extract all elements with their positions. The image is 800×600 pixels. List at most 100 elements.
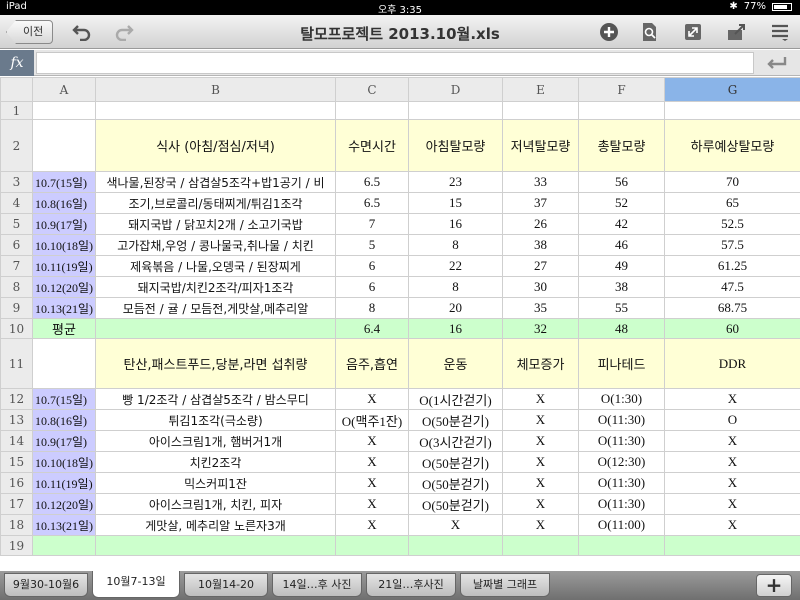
cell-a[interactable]: 10.13(21일): [32, 514, 96, 536]
cell-e[interactable]: 27: [502, 255, 579, 277]
cell-b[interactable]: 탄산,패스트푸드,당분,라면 섭취량: [95, 338, 336, 389]
cell-d[interactable]: 15: [408, 192, 503, 214]
cell-c[interactable]: X: [335, 493, 409, 515]
cell-e[interactable]: 32: [502, 318, 579, 339]
cell-f[interactable]: O(12:30): [578, 451, 665, 473]
cell-c[interactable]: X: [335, 388, 409, 410]
cell-d[interactable]: 운동: [408, 338, 503, 389]
cell-d[interactable]: 20: [408, 297, 503, 319]
cell-c[interactable]: 6: [335, 276, 409, 298]
cell-c[interactable]: X: [335, 451, 409, 473]
cell-g[interactable]: 61.25: [664, 255, 800, 277]
cell-e[interactable]: [502, 535, 579, 556]
cell-d[interactable]: 아침탈모량: [408, 119, 503, 172]
cell-d[interactable]: O(3시간걷기): [408, 430, 503, 452]
row-header[interactable]: 4: [0, 192, 33, 214]
table-row[interactable]: 4 10.8(16일) 조기,브로콜리/동태찌게/튀김1조각 6.5 15 37 52 65: [0, 192, 800, 214]
cell-b[interactable]: 아이스크림1개, 치킨, 피자: [95, 493, 336, 515]
table-row[interactable]: 3 10.7(15일) 색나물,된장국 / 삼겹살5조각+밥1공기 / 비 6.5 23…: [0, 171, 800, 193]
cell-d[interactable]: 23: [408, 171, 503, 193]
cell-f[interactable]: 48: [578, 318, 665, 339]
cell-c[interactable]: [335, 101, 409, 120]
table-row[interactable]: 1: [0, 101, 800, 120]
table-row[interactable]: 10 평균 6.4 16 32 48 60: [0, 318, 800, 339]
table-row[interactable]: 11 탄산,패스트푸드,당분,라면 섭취량 음주,흡연 운동 체모증가 피나테드 DDR: [0, 338, 800, 389]
table-row[interactable]: 17 10.12(20일) 아이스크림1개, 치킨, 피자 X O(50분걷기) X O(1…: [0, 493, 800, 515]
cell-d[interactable]: 16: [408, 318, 503, 339]
cell-e[interactable]: X: [502, 514, 579, 536]
cell-a[interactable]: [32, 338, 96, 389]
sheet-tab-active[interactable]: 10월7-13일: [92, 571, 180, 598]
row-header[interactable]: 8: [0, 276, 33, 298]
cell-b[interactable]: 튀김1조각(극소량): [95, 409, 336, 431]
cell-e[interactable]: 26: [502, 213, 579, 235]
cell-e[interactable]: X: [502, 493, 579, 515]
table-row[interactable]: 2 식사 (아침/점심/저녁) 수면시간 아침탈모량 저녁탈모량 총탈모량 하루예상탈모량: [0, 119, 800, 172]
cell-g[interactable]: 65: [664, 192, 800, 214]
cell-a[interactable]: 10.12(20일): [32, 276, 96, 298]
row-header[interactable]: 7: [0, 255, 33, 277]
cell-b[interactable]: 빵 1/2조각 / 삼겹살5조각 / 밤스무디: [95, 388, 336, 410]
cell-f[interactable]: [578, 535, 665, 556]
sheet-tab[interactable]: 9월30-10월6: [4, 573, 88, 597]
cell-e[interactable]: X: [502, 430, 579, 452]
corner-cell[interactable]: [0, 77, 33, 102]
redo-icon[interactable]: [112, 21, 136, 43]
table-row[interactable]: 18 10.13(21일) 게맛살, 메추리알 노른자3개 X X X O(11:00) X: [0, 514, 800, 536]
table-row[interactable]: 6 10.10(18일) 고가잡채,우엉 / 콩나물국,취나물 / 치킨 5 8 38 46…: [0, 234, 800, 256]
table-row[interactable]: 15 10.10(18일) 치킨2조각 X O(50분걷기) X O(12:30) X: [0, 451, 800, 473]
row-header[interactable]: 12: [0, 388, 33, 410]
row-header[interactable]: 13: [0, 409, 33, 431]
back-button[interactable]: 이전: [6, 20, 54, 44]
cell-g[interactable]: 60: [664, 318, 800, 339]
column-header-f[interactable]: F: [578, 77, 665, 102]
cell-f[interactable]: O(11:30): [578, 493, 665, 515]
cell-b[interactable]: 색나물,된장국 / 삼겹살5조각+밥1공기 / 비: [95, 171, 336, 193]
cell-e[interactable]: 33: [502, 171, 579, 193]
cell-d[interactable]: 22: [408, 255, 503, 277]
cell-g[interactable]: 57.5: [664, 234, 800, 256]
cell-g[interactable]: 52.5: [664, 213, 800, 235]
cell-b[interactable]: 제육볶음 / 나물,오뎅국 / 된장찌게: [95, 255, 336, 277]
menu-icon[interactable]: [768, 21, 792, 43]
row-header[interactable]: 14: [0, 430, 33, 452]
cell-e[interactable]: X: [502, 451, 579, 473]
cell-a[interactable]: 10.10(18일): [32, 234, 96, 256]
cell-c[interactable]: 6.5: [335, 171, 409, 193]
cell-d[interactable]: [408, 101, 503, 120]
cell-f[interactable]: O(11:30): [578, 472, 665, 494]
column-header-d[interactable]: D: [408, 77, 503, 102]
cell-b[interactable]: 식사 (아침/점심/저녁): [95, 119, 336, 172]
column-header-e[interactable]: E: [502, 77, 579, 102]
sheet-tab[interactable]: 21일…후사진: [366, 573, 456, 597]
cell-f[interactable]: O(11:00): [578, 514, 665, 536]
row-header[interactable]: 16: [0, 472, 33, 494]
table-row[interactable]: 19: [0, 535, 800, 556]
search-document-icon[interactable]: [638, 21, 662, 43]
cell-b[interactable]: [95, 101, 336, 120]
table-row[interactable]: 5 10.9(17일) 돼지국밥 / 닭꼬치2개 / 소고기국밥 7 16 26 42 52.…: [0, 213, 800, 235]
cell-d[interactable]: O(50분걷기): [408, 451, 503, 473]
cell-d[interactable]: O(50분걷기): [408, 472, 503, 494]
cell-a[interactable]: [32, 535, 96, 556]
cell-b[interactable]: 믹스커피1잔: [95, 472, 336, 494]
cell-e[interactable]: [502, 101, 579, 120]
row-header[interactable]: 5: [0, 213, 33, 235]
cell-b[interactable]: [95, 318, 336, 339]
cell-a[interactable]: 10.12(20일): [32, 493, 96, 515]
cell-c[interactable]: 6.5: [335, 192, 409, 214]
cell-f[interactable]: O(1:30): [578, 388, 665, 410]
cell-f[interactable]: 42: [578, 213, 665, 235]
sheet-tab[interactable]: 10월14-20: [184, 573, 268, 597]
formula-input[interactable]: [36, 52, 754, 74]
cell-g[interactable]: O: [664, 409, 800, 431]
cell-d[interactable]: 8: [408, 276, 503, 298]
cell-g[interactable]: X: [664, 451, 800, 473]
cell-e[interactable]: 저녁탈모량: [502, 119, 579, 172]
row-header[interactable]: 17: [0, 493, 33, 515]
cell-a[interactable]: 평균: [32, 318, 96, 339]
cell-c[interactable]: 7: [335, 213, 409, 235]
cell-c[interactable]: 5: [335, 234, 409, 256]
cell-g[interactable]: X: [664, 388, 800, 410]
cell-d[interactable]: O(50분걷기): [408, 409, 503, 431]
